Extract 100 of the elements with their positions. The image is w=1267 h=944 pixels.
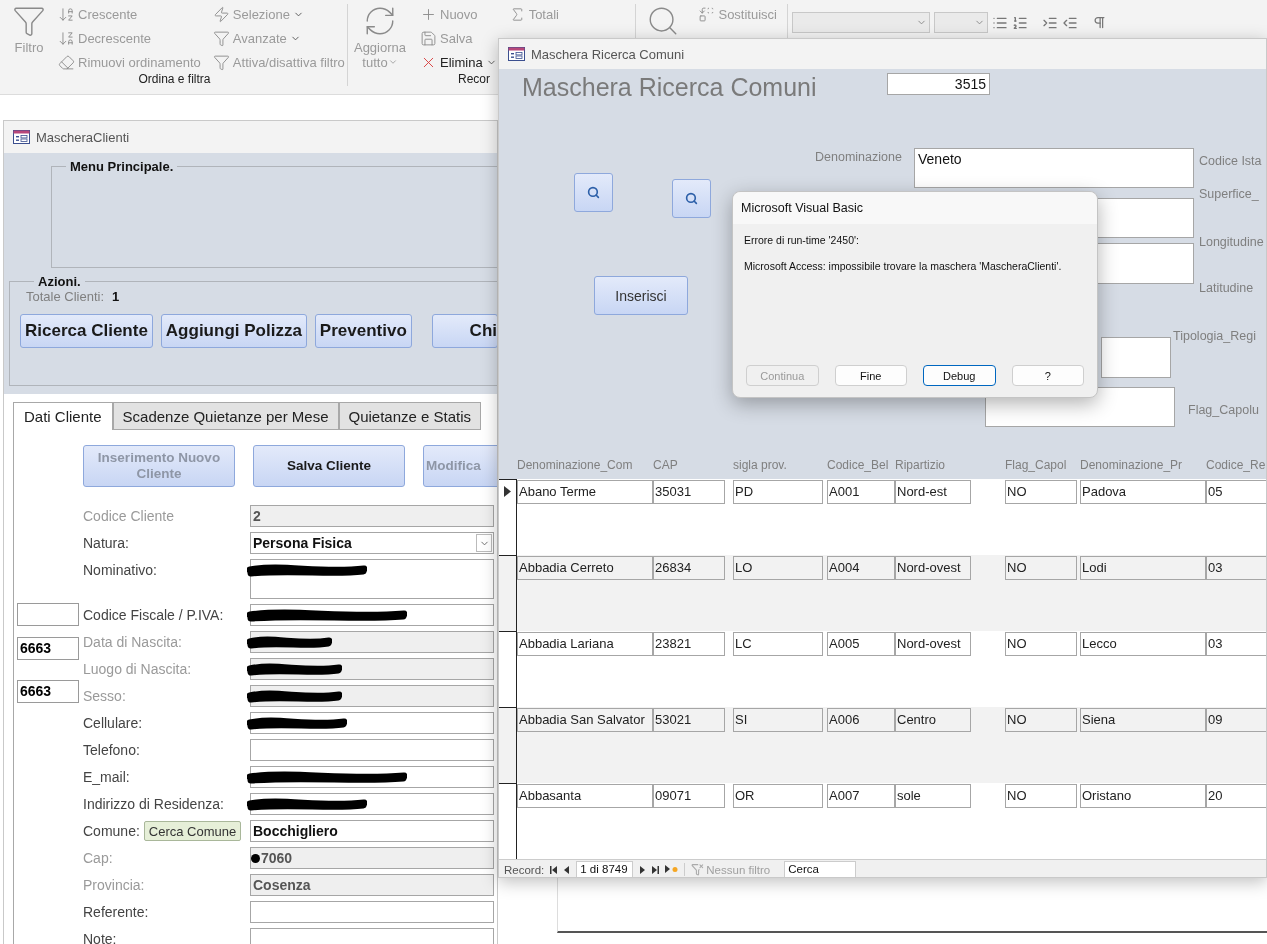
table-cell: A001: [827, 480, 895, 504]
table-cell: 26834: [653, 556, 725, 580]
lightning-icon: [212, 5, 230, 23]
input-field[interactable]: [250, 604, 494, 626]
table-cell: Lodi: [1080, 556, 1206, 580]
field-label: Data di Nascita:: [83, 634, 182, 650]
total-label: Totale Clienti:: [26, 289, 105, 304]
new-record-icon[interactable]: [665, 865, 679, 874]
input-field[interactable]: Veneto: [914, 148, 1194, 188]
save-icon: [420, 29, 437, 47]
table-cell: NO: [1005, 556, 1077, 580]
table-cell: Abbadia Cerreto: [517, 556, 653, 580]
column-header: Codice_Re: [1206, 458, 1266, 472]
column-header: Codice_Bel: [827, 458, 890, 472]
column-header: Ripartizio: [895, 458, 946, 472]
field-value: Cosenza: [253, 877, 311, 893]
tab[interactable]: Quietanze e Statis: [338, 402, 482, 430]
table-cell: 53021: [653, 708, 725, 732]
input-field[interactable]: [250, 559, 494, 599]
table-cell: sole: [895, 784, 971, 808]
action-button[interactable]: Preventivo: [314, 314, 412, 348]
table-cell: 20: [1206, 784, 1266, 808]
sort-ascending-icon: [58, 5, 75, 23]
input-field[interactable]: Cosenza: [250, 874, 494, 896]
frame-label: Menu Principale.: [69, 159, 175, 174]
search-button[interactable]: [574, 173, 613, 212]
form-icon: [508, 47, 525, 61]
last-record-icon[interactable]: [652, 865, 660, 874]
insert-button[interactable]: Inserisci: [594, 276, 688, 315]
tab[interactable]: Scadenze Quietanze per Mese: [112, 402, 339, 430]
record-selector[interactable]: [499, 479, 517, 555]
indent-icon[interactable]: [1042, 15, 1058, 31]
side-field[interactable]: [17, 603, 79, 626]
input-field[interactable]: [250, 739, 494, 761]
table-cell: PD: [733, 480, 823, 504]
field-label: Telefono:: [83, 742, 140, 758]
paragraph-icon[interactable]: [1092, 15, 1107, 30]
record-selector[interactable]: [499, 555, 517, 631]
current-record-icon: [504, 486, 511, 497]
numbered-list-icon[interactable]: [1012, 15, 1028, 31]
search-icon: [685, 192, 698, 205]
record-selector[interactable]: [499, 707, 517, 783]
previous-record-icon[interactable]: [563, 865, 571, 874]
action-button[interactable]: Ricerca Cliente: [20, 314, 153, 348]
next-record-icon[interactable]: [639, 865, 647, 874]
field-label: Sesso:: [83, 688, 126, 704]
input-field[interactable]: [250, 793, 494, 815]
record-selector[interactable]: [499, 631, 517, 707]
caret-icon: [387, 57, 398, 67]
search-button[interactable]: Cerca Comune: [143, 821, 242, 841]
combo-field[interactable]: Persona Fisica: [250, 532, 494, 554]
input-field[interactable]: [250, 766, 494, 788]
input-field[interactable]: [1101, 337, 1171, 378]
field-value: 7060: [261, 850, 293, 866]
field-label: Superfice_: [1199, 187, 1259, 201]
form-button[interactable]: Salva Cliente: [253, 445, 405, 487]
input-field[interactable]: Bocchigliero: [250, 820, 494, 842]
counter-field[interactable]: 3515: [887, 73, 990, 95]
first-record-icon[interactable]: [550, 865, 558, 874]
outdent-icon[interactable]: [1062, 15, 1078, 31]
search-icon: [587, 186, 600, 199]
field-value: Persona Fisica: [253, 535, 352, 551]
record-position-field[interactable]: 1 di 8749: [576, 860, 634, 877]
dialog-button[interactable]: ?: [1011, 365, 1084, 386]
side-field[interactable]: 6663: [17, 637, 79, 660]
action-button[interactable]: Chi: [431, 314, 497, 348]
field-label: E_mail:: [83, 769, 130, 785]
input-field[interactable]: [250, 712, 494, 734]
input-field[interactable]: [250, 685, 494, 707]
table-cell: Abbadia Lariana: [517, 632, 653, 656]
input-field[interactable]: [250, 658, 494, 680]
window-title: MascheraClienti: [36, 129, 130, 145]
dialog-button[interactable]: Fine: [834, 365, 907, 386]
table-cell: NO: [1005, 480, 1077, 504]
field-label: Codice Fiscale / P.IVA:: [83, 607, 224, 623]
funnel-icon: [212, 29, 230, 47]
input-field[interactable]: [250, 901, 494, 923]
dialog-button[interactable]: Debug: [923, 365, 996, 386]
replace-icon: [698, 5, 716, 23]
ribbon-button[interactable]: Elimina: [420, 52, 497, 72]
table-cell: A004: [827, 556, 895, 580]
search-field[interactable]: Cerca: [784, 860, 857, 877]
input-field[interactable]: 7060: [250, 847, 494, 869]
tab[interactable]: Dati Cliente: [13, 402, 113, 430]
eraser-icon: [58, 53, 75, 71]
bullet-list-icon[interactable]: [992, 15, 1008, 31]
action-button[interactable]: Aggiungi Polizza: [160, 314, 307, 348]
window-title: Maschera Ricerca Comuni: [531, 46, 685, 62]
table-cell: LO: [733, 556, 823, 580]
table-cell: Oristano: [1080, 784, 1206, 808]
field-label: Cap:: [83, 850, 113, 866]
search-button[interactable]: [672, 179, 711, 218]
input-field[interactable]: [250, 631, 494, 653]
table-cell: A007: [827, 784, 895, 808]
total-value: 1: [112, 289, 120, 304]
side-field[interactable]: 6663: [17, 680, 79, 703]
field-value: Bocchigliero: [253, 823, 338, 839]
table-cell: NO: [1005, 784, 1077, 808]
input-field[interactable]: 2: [250, 505, 494, 527]
field-label: Provincia:: [83, 877, 145, 893]
